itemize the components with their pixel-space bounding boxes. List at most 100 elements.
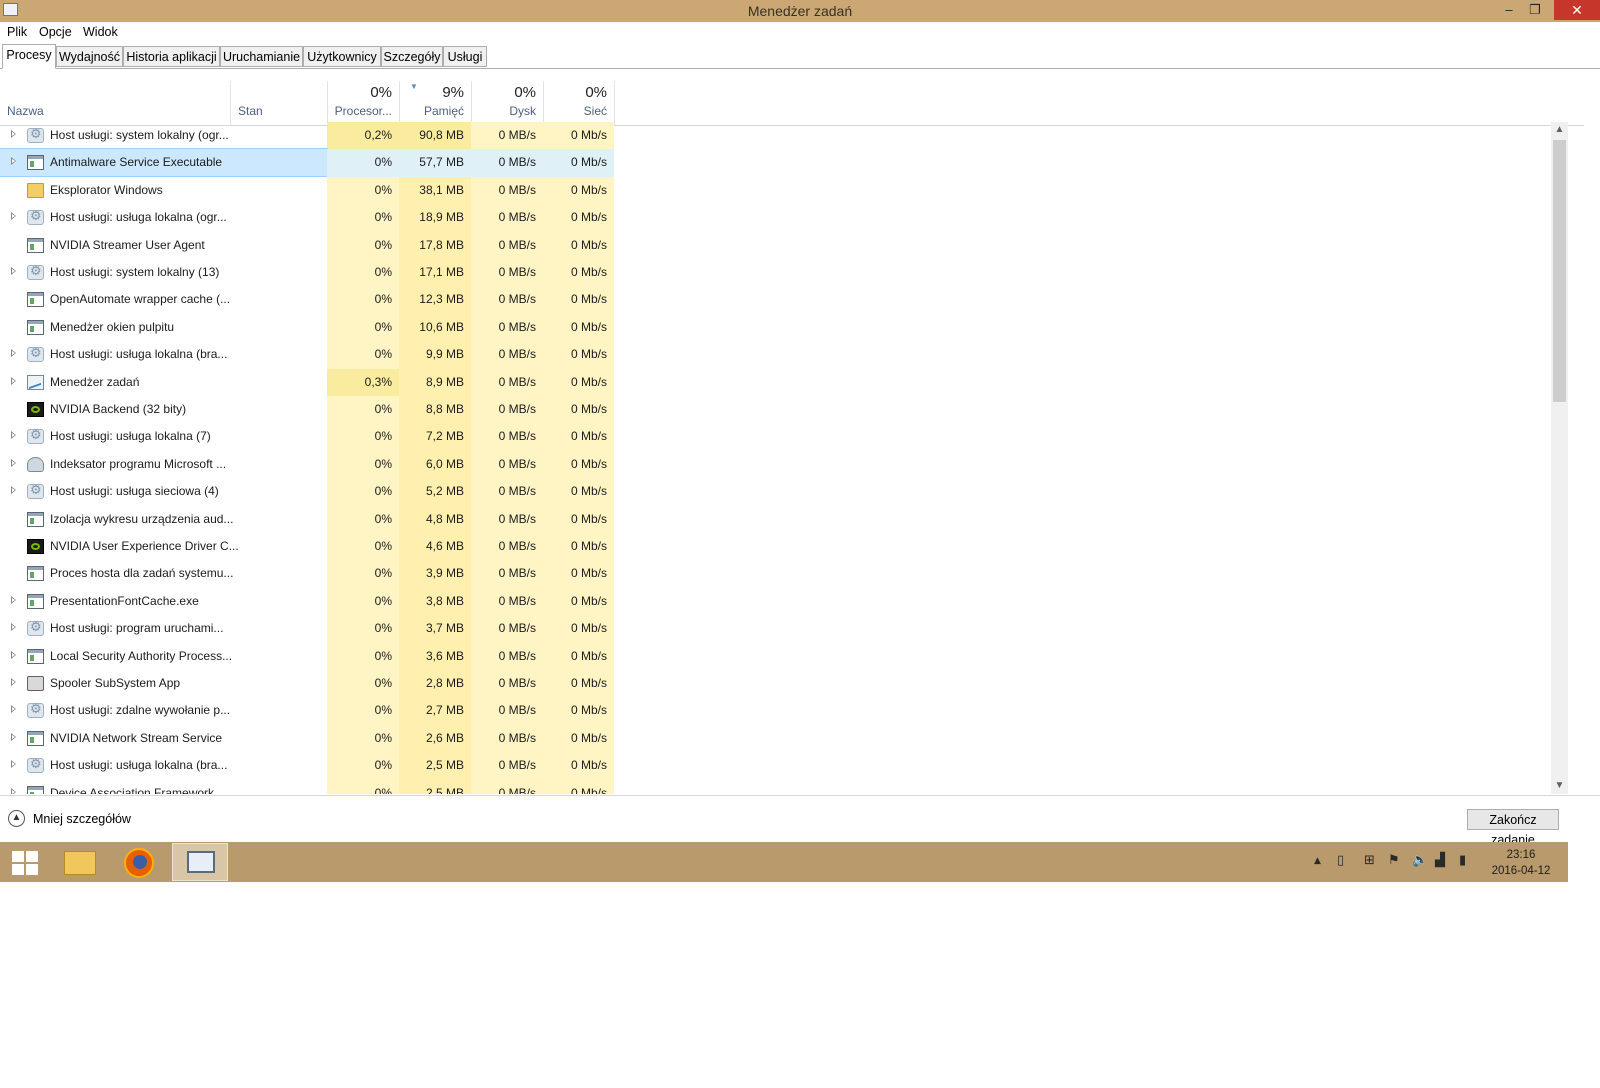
process-name-cell[interactable]: Local Security Authority Process...	[0, 643, 327, 670]
process-row[interactable]: Menedżer zadań 0,3% 8,9 MB 0 MB/s 0 Mb/s	[0, 368, 1584, 396]
process-row[interactable]: NVIDIA Backend (32 bity) 0% 8,8 MB 0 MB/s 0 …	[0, 396, 1584, 424]
process-name-cell[interactable]: Host usługi: system lokalny (13)	[0, 259, 327, 286]
process-cpu: 0%	[327, 423, 399, 451]
expand-arrow-fill	[12, 159, 15, 164]
process-row[interactable]: Spooler SubSystem App 0% 2,8 MB 0 MB/s 0 Mb/…	[0, 670, 1584, 698]
process-name-cell[interactable]: Antimalware Service Executable	[0, 148, 328, 178]
process-name-cell[interactable]: NVIDIA Network Stream Service	[0, 725, 327, 752]
process-row[interactable]: NVIDIA Network Stream Service 0% 2,6 MB 0 M…	[0, 724, 1584, 753]
process-name-cell[interactable]: Host usługi: system lokalny (ogr...	[0, 122, 327, 149]
scroll-down-icon[interactable]: ▼	[1551, 778, 1568, 794]
process-row[interactable]: OpenAutomate wrapper cache (... 0% 12,3 MB…	[0, 286, 1584, 314]
process-row[interactable]: Host usługi: usługa lokalna (bra... 0%9,9…	[0, 341, 1584, 369]
process-name: Host usługi: usługa lokalna (7)	[50, 429, 211, 444]
process-row[interactable]: NVIDIA Streamer User Agent 0% 17,8 MB 0 MB/…	[0, 231, 1584, 259]
menu-options[interactable]: Opcje	[39, 25, 72, 39]
process-name-cell[interactable]: OpenAutomate wrapper cache (...	[0, 286, 327, 313]
process-name-cell[interactable]: Proces hosta dla zadań systemu...	[0, 560, 327, 587]
process-name-cell[interactable]: Indeksator programu Microsoft ...	[0, 451, 327, 478]
taskbar-file-explorer[interactable]	[52, 843, 108, 881]
tab-services[interactable]: Usługi	[443, 46, 487, 67]
app-icon	[27, 155, 44, 171]
vertical-scrollbar[interactable]: ▲ ▼	[1551, 122, 1568, 794]
process-name-cell[interactable]: Menedżer okien pulpitu	[0, 314, 327, 341]
restore-button[interactable]: ❐	[1522, 0, 1548, 20]
expand-arrow-fill	[12, 460, 15, 465]
start-button[interactable]	[12, 851, 38, 875]
process-cpu: 0%	[327, 176, 399, 205]
process-name-cell[interactable]: Host usługi: usługa lokalna (bra...	[0, 341, 327, 368]
app-icon	[27, 292, 44, 308]
scrollbar-thumb[interactable]	[1553, 140, 1566, 402]
process-name-cell[interactable]: PresentationFontCache.exe	[0, 588, 327, 615]
column-memory[interactable]: ▼ 9% Pamięć	[400, 81, 472, 125]
column-name[interactable]: Nazwa	[0, 81, 231, 125]
gear-icon	[27, 428, 44, 445]
column-status[interactable]: Stan	[231, 81, 328, 125]
network-icon[interactable]: ▟	[1435, 853, 1445, 868]
close-button[interactable]: ✕	[1554, 0, 1600, 20]
process-name-cell[interactable]: Eksplorator Windows	[0, 177, 327, 204]
process-name: Host usługi: program uruchami...	[50, 621, 224, 636]
process-row[interactable]: Host usługi: usługa sieciowa (4) 0%5,2 MB…	[0, 478, 1584, 506]
process-name-cell[interactable]: Host usługi: usługa sieciowa (4)	[0, 478, 327, 505]
tab-app-history[interactable]: Historia aplikacji	[123, 46, 220, 67]
windows-logo-pane	[26, 864, 38, 875]
tab-users[interactable]: Użytkownicy	[303, 46, 381, 67]
column-disk[interactable]: 0% Dysk	[472, 81, 544, 125]
process-row[interactable]: Host usługi: usługa lokalna (bra... 0%2,5…	[0, 752, 1584, 780]
process-name-cell[interactable]: Host usługi: zdalne wywołanie p...	[0, 697, 327, 724]
process-row[interactable]: Host usługi: system lokalny (ogr... 0,2%9…	[0, 122, 1584, 150]
title-bar[interactable]: Menedżer zadań – ❐ ✕	[0, 0, 1600, 22]
process-row[interactable]: Host usługi: system lokalny (13) 0%17,1 M…	[0, 259, 1584, 287]
process-name-cell[interactable]: Host usługi: program uruchami...	[0, 615, 327, 642]
process-name-cell[interactable]: Host usługi: usługa lokalna (7)	[0, 423, 327, 450]
taskbar-task-manager[interactable]	[172, 843, 228, 881]
process-row[interactable]: Local Security Authority Process... 0% 3,6…	[0, 642, 1584, 670]
process-name-cell[interactable]: Spooler SubSystem App	[0, 670, 327, 697]
menu-file[interactable]: Plik	[7, 25, 27, 39]
clock[interactable]: 23:16 2016-04-12	[1487, 847, 1555, 879]
process-name-cell[interactable]: Device Association Framework ...	[0, 780, 327, 794]
process-row[interactable]: Indeksator programu Microsoft ... 0% 6,0 M…	[0, 450, 1584, 479]
process-row[interactable]: Eksplorator Windows 0% 38,1 MB 0 MB/s 0 Mb/s	[0, 176, 1584, 205]
minimize-button[interactable]: –	[1496, 0, 1522, 20]
process-row[interactable]: Host usługi: program uruchami... 0%3,7 MB…	[0, 615, 1584, 643]
process-name-cell[interactable]: Izolacja wykresu urządzenia aud...	[0, 506, 327, 533]
process-row[interactable]: Host usługi: zdalne wywołanie p... 0%2,7 …	[0, 697, 1584, 725]
process-row[interactable]: Izolacja wykresu urządzenia aud... 0% 4,8 …	[0, 505, 1584, 533]
process-row[interactable]: NVIDIA User Experience Driver C... 0% 4,6 …	[0, 533, 1584, 561]
tab-details[interactable]: Szczegóły	[381, 46, 443, 67]
tab-processes[interactable]: Procesy	[2, 44, 56, 69]
process-row[interactable]: Antimalware Service Executable 0% 57,7 MB 0…	[0, 148, 1584, 178]
process-row[interactable]: Host usługi: usługa lokalna (7)0%7,2 MB0…	[0, 423, 1584, 451]
process-name-cell[interactable]: NVIDIA User Experience Driver C...	[0, 533, 327, 560]
process-name-cell[interactable]: NVIDIA Streamer User Agent	[0, 232, 327, 259]
menu-view[interactable]: Widok	[83, 25, 118, 39]
column-cpu[interactable]: 0% Procesor...	[328, 81, 400, 125]
process-row[interactable]: Device Association Framework ... 0% 2,5 MB…	[0, 779, 1584, 794]
expand-arrow-fill	[12, 378, 15, 383]
process-row[interactable]: Menedżer okien pulpitu 0% 10,6 MB 0 MB/s 0 M…	[0, 313, 1584, 342]
process-row[interactable]: Host usługi: usługa lokalna (ogr... 0%18,…	[0, 204, 1584, 232]
process-row[interactable]: Proces hosta dla zadań systemu... 0% 3,9 M…	[0, 560, 1584, 588]
process-name-cell[interactable]: NVIDIA Backend (32 bity)	[0, 396, 327, 423]
scroll-up-icon[interactable]: ▲	[1551, 122, 1568, 138]
column-network[interactable]: 0% Sieć	[544, 81, 615, 125]
show-hidden-icons-icon[interactable]: ▲	[1314, 856, 1321, 866]
taskbar-firefox[interactable]	[112, 843, 168, 881]
tab-performance[interactable]: Wydajność	[56, 46, 123, 67]
process-name: Host usługi: usługa lokalna (bra...	[50, 758, 228, 773]
tab-startup[interactable]: Uruchamianie	[220, 46, 303, 67]
battery-icon[interactable]: ▯	[1337, 853, 1344, 868]
action-center-icon[interactable]: ⊞	[1364, 853, 1375, 868]
volume-icon[interactable]: 🔈	[1412, 853, 1428, 868]
expand-arrow-fill	[12, 351, 15, 356]
process-name-cell[interactable]: Host usługi: usługa lokalna (ogr...	[0, 204, 327, 231]
process-name-cell[interactable]: Menedżer zadań	[0, 369, 327, 396]
process-row[interactable]: PresentationFontCache.exe 0% 3,8 MB 0 MB/s 0…	[0, 587, 1584, 616]
end-task-button[interactable]: Zakończ zadanie	[1467, 809, 1559, 847]
process-name-cell[interactable]: Host usługi: usługa lokalna (bra...	[0, 752, 327, 779]
flag-icon[interactable]: ⚑	[1388, 853, 1400, 868]
power-icon[interactable]: ▮	[1459, 853, 1466, 868]
